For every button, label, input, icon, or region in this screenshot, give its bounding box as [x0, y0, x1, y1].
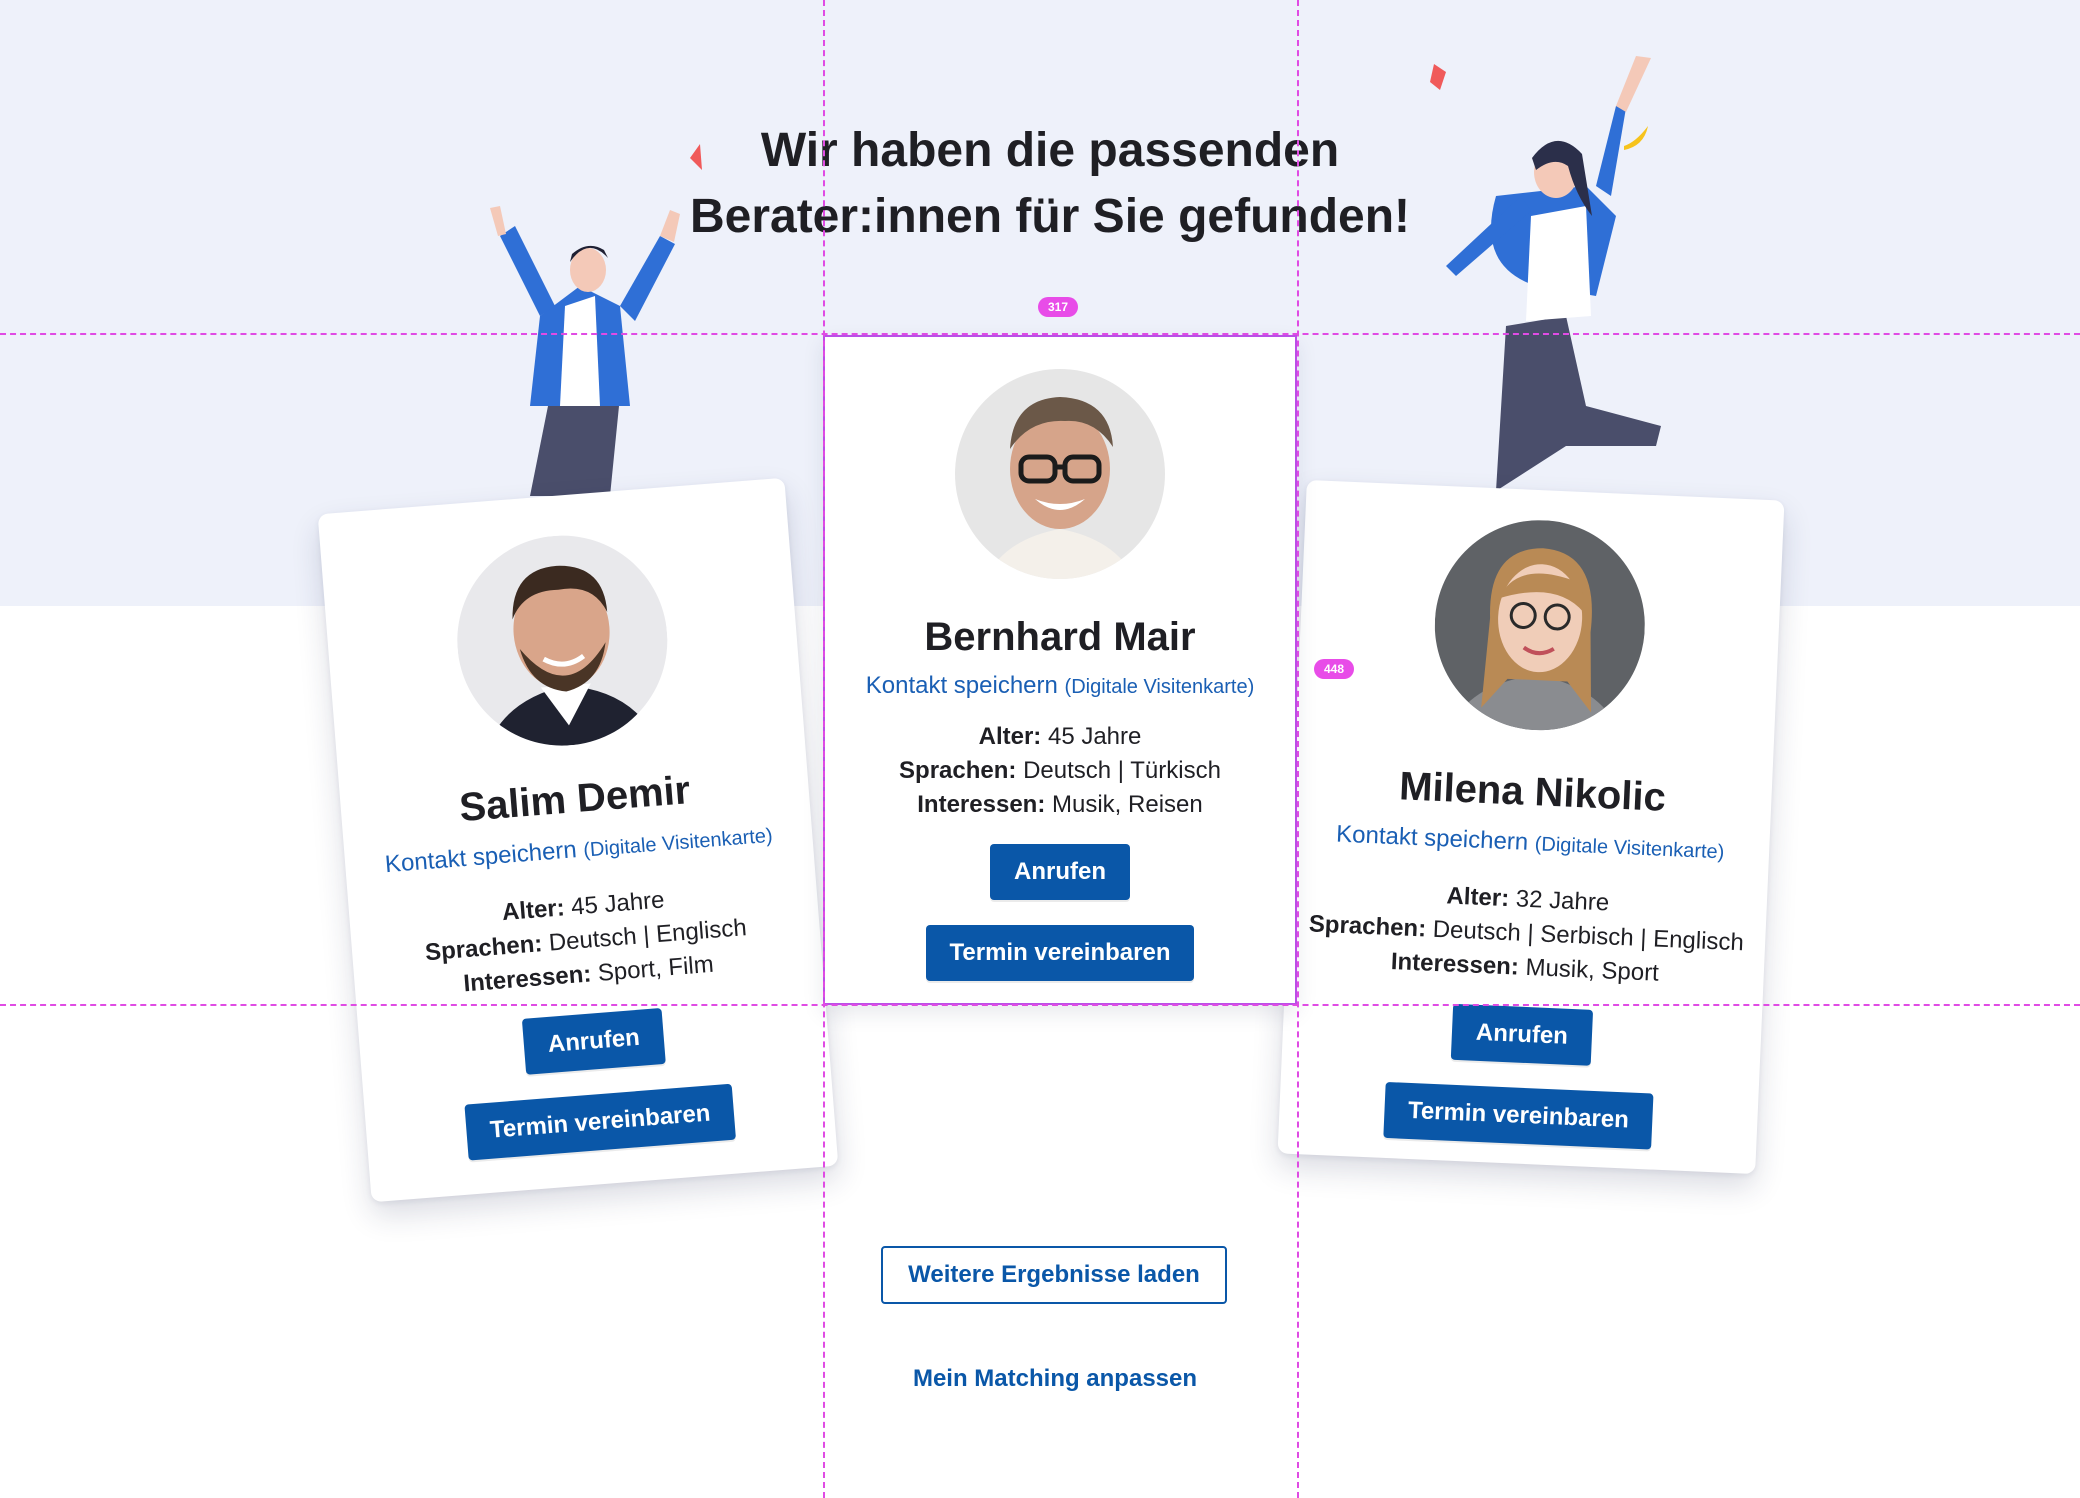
age-value: 45 Jahre	[570, 886, 666, 921]
interests-value: Sport, Film	[596, 950, 715, 987]
load-more-button[interactable]: Weitere Ergebnisse laden	[881, 1246, 1227, 1304]
appointment-button[interactable]: Termin vereinbaren	[1382, 1081, 1654, 1150]
guide-line-horizontal	[0, 333, 2080, 335]
interests-label: Interessen:	[1390, 948, 1520, 981]
languages-value: Deutsch | Türkisch	[1023, 757, 1221, 784]
languages-label: Sprachen:	[899, 757, 1017, 784]
advisor-name: Bernhard Mair	[924, 615, 1196, 659]
age-label: Alter:	[1445, 882, 1510, 913]
advisor-info: Alter: 45 Jahre Sprachen: Deutsch | Türk…	[825, 720, 1295, 822]
measurement-badge: 317	[1038, 297, 1079, 317]
avatar	[449, 527, 676, 754]
advisor-info: Alter: 45 Jahre Sprachen: Deutsch | Engl…	[349, 871, 824, 1009]
call-button[interactable]: Anrufen	[990, 844, 1130, 900]
contact-note[interactable]: (Digitale Visitenkarte)	[1065, 676, 1255, 698]
appointment-button[interactable]: Termin vereinbaren	[925, 925, 1195, 981]
contact-note[interactable]: (Digitale Visitenkarte)	[583, 825, 774, 862]
age-label: Alter:	[978, 723, 1042, 750]
adjust-matching-link[interactable]: Mein Matching anpassen	[840, 1365, 1270, 1393]
contact-link-text[interactable]: Kontakt speichern	[1336, 821, 1529, 856]
guide-line-vertical	[823, 0, 825, 1498]
page-headline: Wir haben die passenden Berater:innen fü…	[640, 118, 1460, 250]
languages-label: Sprachen:	[424, 930, 544, 967]
interests-value: Musik, Reisen	[1052, 791, 1203, 818]
guide-line-horizontal	[0, 1004, 2080, 1006]
age-value: 32 Jahre	[1515, 885, 1610, 917]
avatar	[955, 369, 1165, 579]
age-label: Alter:	[501, 894, 566, 927]
contact-save-link[interactable]: Kontakt speichern (Digitale Visitenkarte…	[1291, 819, 1770, 868]
headline-line-1: Wir haben die passenden	[760, 124, 1340, 177]
languages-label: Sprachen:	[1308, 910, 1427, 943]
interests-label: Interessen:	[917, 791, 1046, 818]
guide-line-vertical	[1297, 0, 1299, 1498]
contact-save-link[interactable]: Kontakt speichern (Digitale Visitenkarte…	[825, 672, 1295, 700]
contact-note[interactable]: (Digitale Visitenkarte)	[1534, 833, 1724, 863]
contact-link-text[interactable]: Kontakt speichern	[866, 672, 1058, 699]
avatar	[1430, 515, 1650, 735]
jumping-woman-illustration	[1446, 56, 1661, 491]
call-button[interactable]: Anrufen	[521, 1007, 666, 1075]
advisor-card-milena: Milena Nikolic Kontakt speichern (Digita…	[1277, 479, 1785, 1175]
age-value: 45 Jahre	[1047, 723, 1142, 750]
advisor-info: Alter: 32 Jahre Sprachen: Deutsch | Serb…	[1285, 873, 1767, 996]
contact-link-text[interactable]: Kontakt speichern	[384, 836, 578, 878]
interests-label: Interessen:	[462, 960, 593, 998]
headline-line-2: Berater:innen für Sie gefunden!	[689, 190, 1411, 243]
call-button[interactable]: Anrufen	[1450, 1003, 1594, 1066]
advisor-card-bernhard: Bernhard Mair Kontakt speichern (Digital…	[823, 335, 1297, 1005]
measurement-badge: 448	[1314, 659, 1355, 679]
advisor-card-salim: Salim Demir Kontakt speichern (Digitale …	[317, 477, 839, 1203]
interests-value: Musik, Sport	[1524, 953, 1660, 987]
appointment-button[interactable]: Termin vereinbaren	[463, 1083, 737, 1161]
